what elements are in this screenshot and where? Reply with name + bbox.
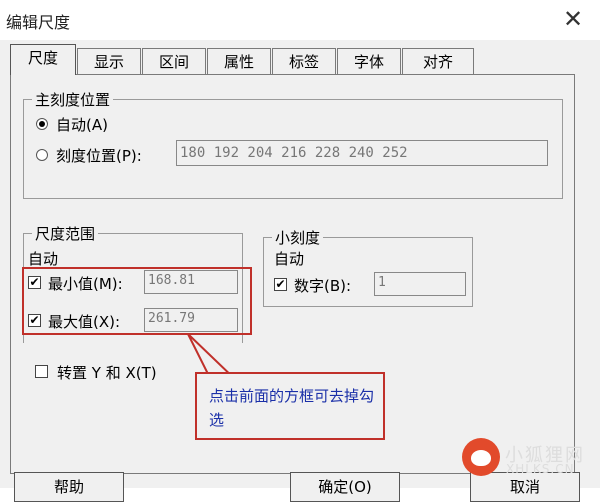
annotation-text: 点击前面的方框可去掉勾选 bbox=[209, 387, 375, 429]
ok-button[interactable]: 确定(O) bbox=[290, 472, 400, 502]
help-button[interactable]: 帮助 bbox=[14, 472, 124, 502]
tab-scale[interactable]: 尺度 bbox=[10, 44, 76, 75]
annotation-callout: 点击前面的方框可去掉勾选 bbox=[195, 372, 385, 440]
cancel-button[interactable]: 取消 bbox=[470, 472, 580, 502]
watermark-en: XHLKS.CN bbox=[506, 462, 575, 476]
edit-scale-dialog: 编辑尺度 ✕ 尺度 显示 区间 属性 标签 字体 对齐 主刻度位置 自动(A) … bbox=[0, 0, 600, 502]
fox-logo-icon bbox=[462, 438, 500, 476]
